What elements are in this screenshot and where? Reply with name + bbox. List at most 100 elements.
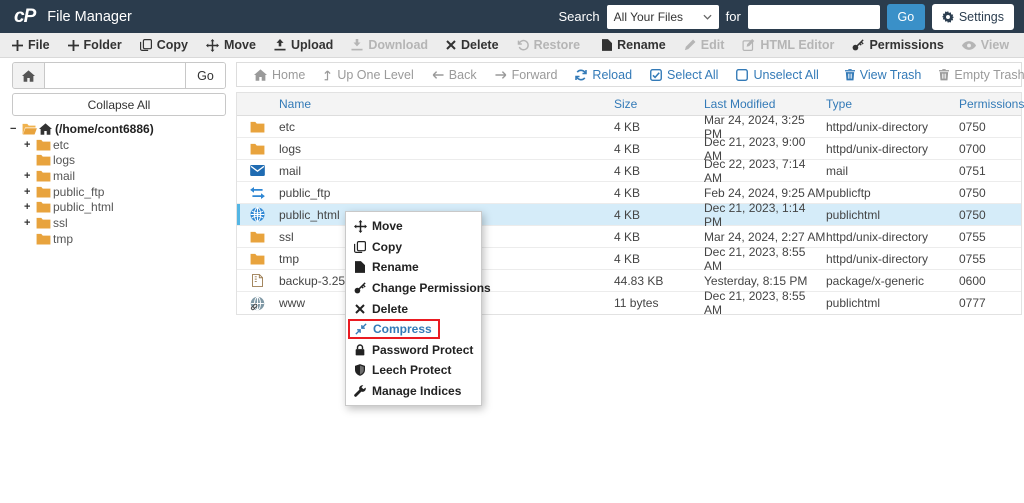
table-row-mail[interactable]: mail 4 KB Dec 22, 2023, 7:14 AM mail 075…: [237, 160, 1021, 182]
menu-item-manage-indices[interactable]: Manage Indices: [346, 381, 481, 402]
column-header-permissions[interactable]: Permissions: [959, 97, 1021, 111]
plus-icon: [68, 40, 79, 51]
nav-up-one-level-button[interactable]: Up One Level: [314, 68, 422, 82]
menu-item-compress[interactable]: Compress: [346, 319, 481, 340]
tree-root[interactable]: − (/home/cont6886): [10, 121, 154, 137]
menu-item-rename[interactable]: Rename: [346, 257, 481, 278]
nav-select-all-button[interactable]: Select All: [641, 68, 727, 82]
xmark-icon: [353, 304, 367, 314]
tree-expander[interactable]: +: [24, 139, 36, 151]
toolbar-move-button[interactable]: Move: [197, 33, 265, 57]
toolbar-rename-button[interactable]: Rename: [593, 33, 675, 57]
settings-button[interactable]: Settings: [932, 4, 1014, 30]
nav-button-label: Empty Trash: [954, 68, 1024, 82]
toolbar-permissions-button[interactable]: Permissions: [843, 33, 952, 57]
toolbar-delete-button[interactable]: Delete: [437, 33, 508, 57]
search-go-button[interactable]: Go: [887, 4, 925, 30]
column-header-type[interactable]: Type: [826, 97, 959, 111]
nav-home-button[interactable]: Home: [245, 68, 314, 82]
eye-icon: [962, 41, 976, 50]
pencil-icon: [684, 39, 696, 51]
nav-reload-button[interactable]: Reload: [566, 68, 641, 82]
menu-item-leech-protect[interactable]: Leech Protect: [346, 360, 481, 381]
tree-item-ssl[interactable]: + ssl: [10, 215, 154, 231]
file-last-modified: Yesterday, 8:15 PM: [704, 274, 826, 288]
transfer-icon: [247, 187, 267, 199]
table-row-logs[interactable]: logs 4 KB Dec 21, 2023, 9:00 AM httpd/un…: [237, 138, 1021, 160]
table-header-row: Name Size Last Modified Type Permissions: [237, 93, 1021, 116]
tree-expander[interactable]: +: [24, 170, 36, 182]
menu-item-label: Move: [372, 219, 403, 233]
key-icon: [852, 39, 864, 51]
nav-view-trash-button[interactable]: View Trash: [836, 68, 931, 82]
tree-item-etc[interactable]: + etc: [10, 137, 154, 153]
menu-item-content: Manage Indices: [353, 384, 461, 398]
file-permissions: 0777: [959, 296, 1021, 310]
file-type: httpd/unix-directory: [826, 252, 959, 266]
menu-item-delete[interactable]: Delete: [346, 298, 481, 319]
tree-item-public_ftp[interactable]: + public_ftp: [10, 184, 154, 200]
file-size: 4 KB: [614, 252, 704, 266]
toolbar-download-button[interactable]: Download: [342, 33, 437, 57]
file-permissions: 0751: [959, 164, 1021, 178]
menu-item-copy[interactable]: Copy: [346, 237, 481, 258]
toolbar-view-button[interactable]: View: [953, 33, 1018, 57]
htmlEdit-icon: [742, 39, 755, 51]
file-size: 11 bytes: [614, 296, 704, 310]
search-input[interactable]: [748, 5, 880, 29]
tree-expander[interactable]: +: [24, 201, 36, 213]
toolbar-button-label: Restore: [534, 38, 581, 52]
toolbar-restore-button[interactable]: Restore: [508, 33, 590, 57]
nav-unselect-all-button[interactable]: Unselect All: [727, 68, 827, 82]
file-type: httpd/unix-directory: [826, 230, 959, 244]
arrowLeft-icon: [432, 70, 444, 80]
tree-item-tmp[interactable]: tmp: [10, 231, 154, 247]
path-input[interactable]: [45, 63, 185, 88]
app-header: cP File Manager Search All Your Files fo…: [0, 0, 1024, 33]
file-type: mail: [826, 164, 959, 178]
column-header-name[interactable]: Name: [279, 97, 614, 111]
tree-expander[interactable]: +: [24, 186, 36, 198]
toolbar-file-button[interactable]: File: [3, 33, 59, 57]
menu-item-password-protect[interactable]: Password Protect: [346, 340, 481, 361]
nav-button-label: Select All: [667, 68, 718, 82]
upLevel-icon: [323, 69, 332, 81]
upload-icon: [274, 39, 286, 51]
shield-icon: [353, 364, 367, 376]
table-row-public_ftp[interactable]: public_ftp 4 KB Feb 24, 2024, 9:25 AM pu…: [237, 182, 1021, 204]
toolbar-copy-button[interactable]: Copy: [131, 33, 197, 57]
globeLink-icon: [247, 296, 267, 311]
nav-back-button[interactable]: Back: [423, 68, 486, 82]
path-go-button[interactable]: Go: [185, 63, 225, 88]
toolbar-edit-button[interactable]: Edit: [675, 33, 734, 57]
column-header-last-modified[interactable]: Last Modified: [704, 97, 826, 111]
collapse-all-button[interactable]: Collapse All: [12, 93, 226, 116]
restore-icon: [517, 39, 529, 51]
column-header-size[interactable]: Size: [614, 97, 704, 111]
tree-item-public_html[interactable]: + public_html: [10, 199, 154, 215]
tree-item-logs[interactable]: logs: [10, 152, 154, 168]
folder-icon: [36, 201, 53, 213]
file-last-modified: Dec 21, 2023, 8:55 AM: [704, 289, 826, 317]
search-scope-select[interactable]: All Your Files: [607, 5, 719, 29]
table-row-etc[interactable]: etc 4 KB Mar 24, 2024, 3:25 PM httpd/uni…: [237, 116, 1021, 138]
tree-expander[interactable]: +: [24, 217, 36, 229]
nav-forward-button[interactable]: Forward: [486, 68, 567, 82]
toolbar-html-editor-button[interactable]: HTML Editor: [733, 33, 843, 57]
wrench-icon: [353, 385, 367, 397]
folder-icon: [36, 233, 53, 245]
toolbar-upload-button[interactable]: Upload: [265, 33, 342, 57]
toolbar-folder-button[interactable]: Folder: [59, 33, 131, 57]
menu-item-change-permissions[interactable]: Change Permissions: [346, 278, 481, 299]
xmark-icon: [446, 40, 456, 50]
path-home-button[interactable]: [13, 63, 45, 88]
menu-item-label: Rename: [372, 260, 419, 274]
menu-item-move[interactable]: Move: [346, 216, 481, 237]
menu-item-label: Compress: [373, 322, 432, 336]
nav-empty-trash-button[interactable]: Empty Trash: [930, 68, 1024, 82]
tree-expander[interactable]: −: [10, 123, 22, 135]
search-scope-value: All Your Files: [614, 10, 683, 24]
toolbar-button-label: Upload: [291, 38, 333, 52]
tree-item-mail[interactable]: + mail: [10, 168, 154, 184]
folder-icon: [247, 253, 267, 265]
